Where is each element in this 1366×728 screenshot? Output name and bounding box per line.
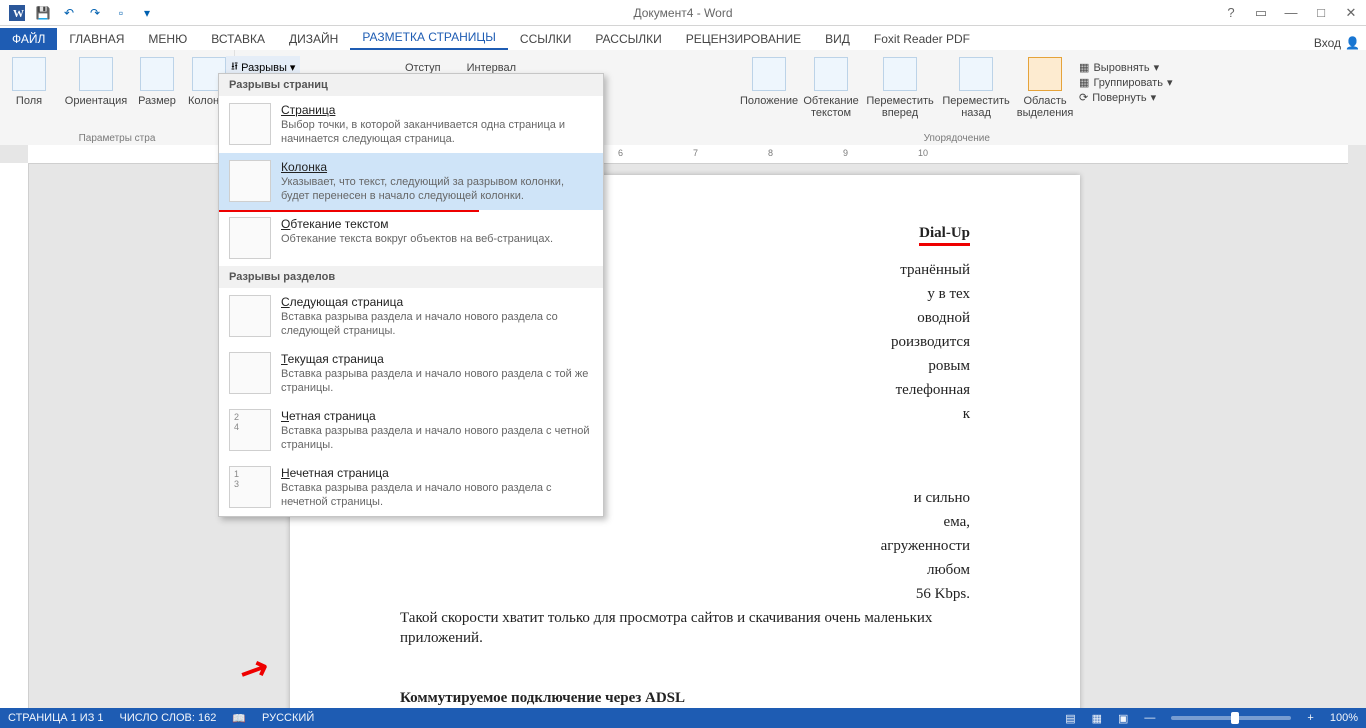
menu-header-section-breaks: Разрывы разделов bbox=[219, 266, 603, 288]
position-icon bbox=[752, 57, 786, 91]
save-icon[interactable]: 💾 bbox=[32, 2, 54, 24]
margins-icon bbox=[12, 57, 46, 91]
ribbon: Поля Ориентация Размер Колонки Параметры… bbox=[0, 50, 1366, 147]
page-break-icon bbox=[229, 103, 271, 145]
odd-page-icon: 13 bbox=[229, 466, 271, 508]
forward-icon bbox=[883, 57, 917, 91]
group-button[interactable]: ▦ Группировать ▾ bbox=[1079, 76, 1172, 89]
zoom-slider[interactable] bbox=[1171, 716, 1291, 720]
user-icon: 👤 bbox=[1345, 36, 1360, 50]
sign-in[interactable]: Вход👤 bbox=[1314, 36, 1366, 50]
zoom-level[interactable]: 100% bbox=[1330, 712, 1358, 724]
annotation-arrow: ↗ bbox=[233, 646, 276, 694]
minimize-icon[interactable]: — bbox=[1276, 1, 1306, 25]
view-read-icon[interactable]: ▤ bbox=[1065, 712, 1075, 725]
group-arrange: Положение Обтекание текстом Переместить … bbox=[548, 50, 1366, 146]
rotate-button[interactable]: ⟳ Повернуть ▾ bbox=[1079, 91, 1172, 104]
breaks-menu: Разрывы страниц СтраницаВыбор точки, в к… bbox=[218, 73, 604, 517]
continuous-icon bbox=[229, 352, 271, 394]
view-print-icon[interactable]: ▦ bbox=[1092, 712, 1102, 725]
menu-item-next-page[interactable]: Следующая страницаВставка разрыва раздел… bbox=[219, 288, 603, 345]
back-icon bbox=[959, 57, 993, 91]
next-page-icon bbox=[229, 295, 271, 337]
tab-foxit[interactable]: Foxit Reader PDF bbox=[862, 28, 982, 50]
tab-refs[interactable]: ССЫЛКИ bbox=[508, 28, 583, 50]
group-label-arrange: Упорядочение bbox=[548, 133, 1366, 144]
menu-item-continuous[interactable]: Текущая страницаВставка разрыва раздела … bbox=[219, 345, 603, 402]
body-text: Такой скорости хватит только для просмот… bbox=[400, 608, 970, 648]
close-icon[interactable]: ✕ bbox=[1336, 1, 1366, 25]
tab-design[interactable]: ДИЗАЙН bbox=[277, 28, 350, 50]
quick-access-toolbar: W 💾 ↶ ↷ ▫ ▾ bbox=[0, 2, 158, 24]
ribbon-tabs: ФАЙЛ ГЛАВНАЯ Меню ВСТАВКА ДИЗАЙН РАЗМЕТК… bbox=[0, 26, 1366, 50]
status-bar: СТРАНИЦА 1 ИЗ 1 ЧИСЛО СЛОВ: 162 📖 РУССКИ… bbox=[0, 708, 1366, 728]
body-text: агруженности bbox=[400, 536, 970, 556]
column-break-icon bbox=[229, 160, 271, 202]
window-title: Документ4 - Word bbox=[633, 6, 732, 20]
size-icon bbox=[140, 57, 174, 91]
redo-icon[interactable]: ↷ bbox=[84, 2, 106, 24]
group-page-setup: Поля Ориентация Размер Колонки Параметры… bbox=[0, 50, 235, 146]
menu-item-even-page[interactable]: 24 Четная страницаВставка разрыва раздел… bbox=[219, 402, 603, 459]
proofing-icon[interactable]: 📖 bbox=[232, 712, 246, 725]
group-label: Параметры стра bbox=[0, 133, 234, 144]
even-page-icon: 24 bbox=[229, 409, 271, 451]
qat-more-icon[interactable]: ▾ bbox=[136, 2, 158, 24]
menu-item-column[interactable]: КолонкаУказывает, что текст, следующий з… bbox=[219, 153, 603, 210]
body-text: 56 Kbps. bbox=[400, 584, 970, 604]
tab-insert[interactable]: ВСТАВКА bbox=[199, 28, 277, 50]
word-icon: W bbox=[6, 2, 28, 24]
zoom-out-icon[interactable]: — bbox=[1144, 712, 1155, 724]
orientation-icon bbox=[79, 57, 113, 91]
tab-home[interactable]: ГЛАВНАЯ bbox=[57, 28, 136, 50]
maximize-icon[interactable]: □ bbox=[1306, 1, 1336, 25]
textwrap-break-icon bbox=[229, 217, 271, 259]
new-doc-icon[interactable]: ▫ bbox=[110, 2, 132, 24]
zoom-in-icon[interactable]: + bbox=[1307, 712, 1313, 724]
status-word-count[interactable]: ЧИСЛО СЛОВ: 162 bbox=[120, 712, 217, 724]
status-language[interactable]: РУССКИЙ bbox=[262, 712, 314, 724]
status-page[interactable]: СТРАНИЦА 1 ИЗ 1 bbox=[8, 712, 104, 724]
body-text: любом bbox=[400, 560, 970, 580]
menu-header-page-breaks: Разрывы страниц bbox=[219, 74, 603, 96]
tab-file[interactable]: ФАЙЛ bbox=[0, 28, 57, 50]
ribbon-options-icon[interactable]: ▭ bbox=[1246, 1, 1276, 25]
document-area: 6 7 8 9 10 Dial-Up транённый у в тех ово… bbox=[0, 145, 1366, 708]
tab-review[interactable]: РЕЦЕНЗИРОВАНИЕ bbox=[674, 28, 813, 50]
view-web-icon[interactable]: ▣ bbox=[1118, 712, 1128, 725]
help-icon[interactable]: ? bbox=[1216, 1, 1246, 25]
window-controls: ? ▭ — □ ✕ bbox=[1216, 1, 1366, 25]
menu-item-odd-page[interactable]: 13 Нечетная страницаВставка разрыва разд… bbox=[219, 459, 603, 516]
menu-item-page[interactable]: СтраницаВыбор точки, в которой заканчива… bbox=[219, 96, 603, 153]
heading-dialup: Dial-Up bbox=[919, 223, 970, 246]
selpane-icon bbox=[1028, 57, 1062, 91]
vertical-ruler[interactable] bbox=[0, 163, 29, 708]
undo-icon[interactable]: ↶ bbox=[58, 2, 80, 24]
tab-layout[interactable]: РАЗМЕТКА СТРАНИЦЫ bbox=[350, 26, 508, 50]
wrap-icon bbox=[814, 57, 848, 91]
tab-menu[interactable]: Меню bbox=[136, 28, 199, 50]
tab-view[interactable]: ВИД bbox=[813, 28, 862, 50]
tab-mail[interactable]: РАССЫЛКИ bbox=[583, 28, 673, 50]
menu-item-textwrap[interactable]: Обтекание текстомОбтекание текста вокруг… bbox=[219, 210, 603, 266]
title-bar: W 💾 ↶ ↷ ▫ ▾ Документ4 - Word ? ▭ — □ ✕ bbox=[0, 0, 1366, 26]
svg-text:W: W bbox=[13, 8, 24, 20]
heading-adsl: Коммутируемое подключение через ADSL bbox=[400, 688, 685, 708]
align-button[interactable]: ▦ Выровнять ▾ bbox=[1079, 61, 1172, 74]
